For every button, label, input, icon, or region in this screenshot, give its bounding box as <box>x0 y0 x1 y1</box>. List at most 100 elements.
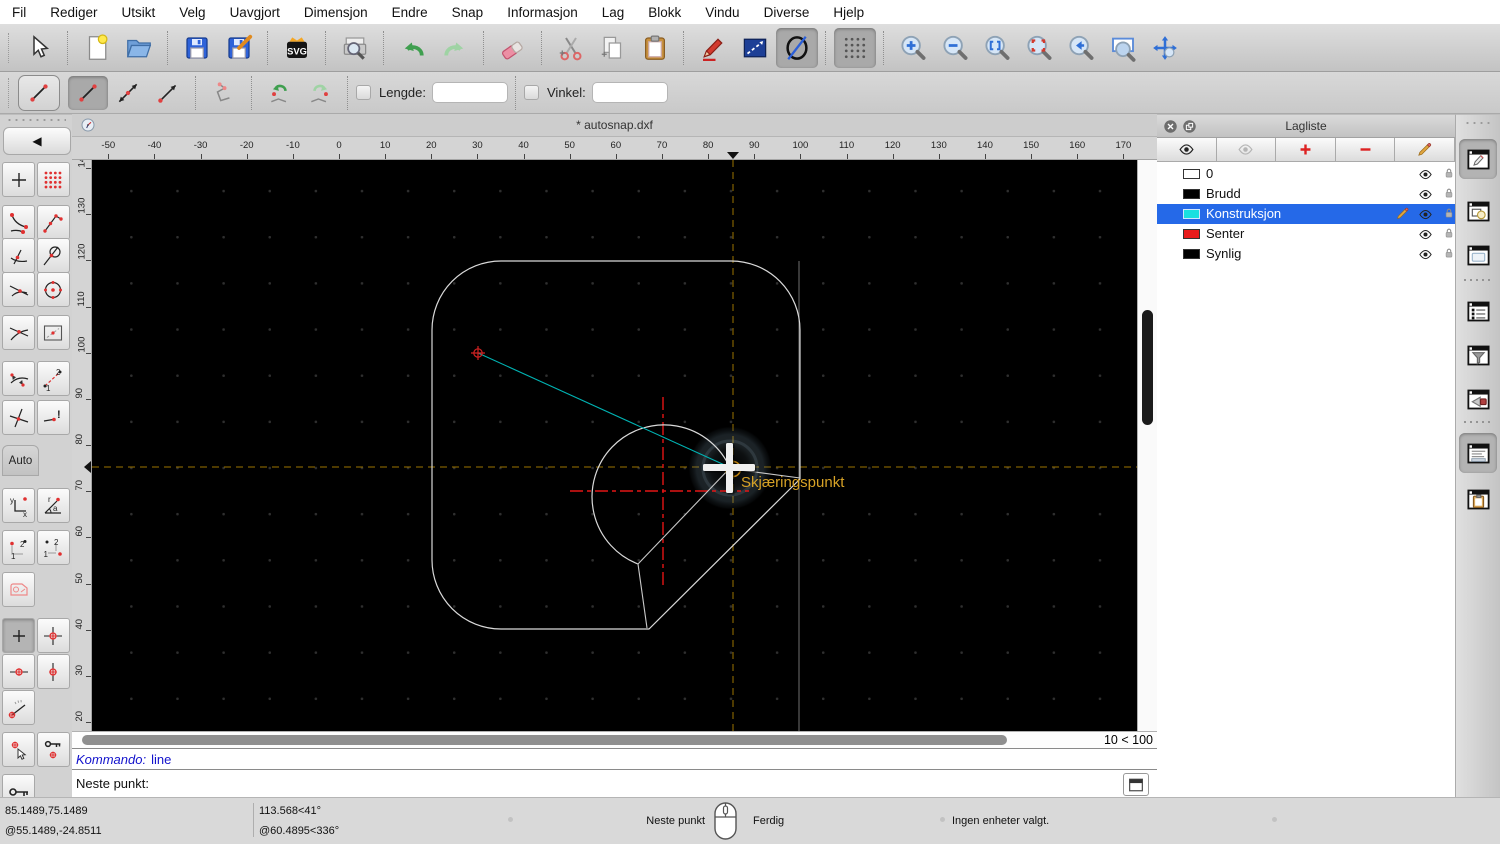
line-arrow-button[interactable] <box>148 76 188 110</box>
menu-hjelp[interactable]: Hjelp <box>833 5 864 20</box>
cut-button[interactable] <box>550 28 592 68</box>
snap-perpendicular-button[interactable] <box>2 238 35 273</box>
dock-clipboard-button[interactable] <box>1459 479 1497 519</box>
polyline-button[interactable] <box>204 76 244 110</box>
vertical-scroll-thumb[interactable] <box>1142 310 1153 425</box>
redo-button[interactable] <box>434 28 476 68</box>
snap-nearest-button[interactable] <box>2 272 35 307</box>
snap-manual-button[interactable]: ! <box>36 400 70 435</box>
attributes-pen-button[interactable] <box>692 28 734 68</box>
horizontal-scroll-thumb[interactable] <box>82 735 1007 745</box>
zoom-redraw-button[interactable] <box>1018 28 1060 68</box>
zoom-in-button[interactable] <box>892 28 934 68</box>
vertical-scrollbar[interactable] <box>1137 160 1157 731</box>
layer-lock-icon[interactable] <box>1442 186 1456 202</box>
dock-entity-list-button[interactable] <box>1459 291 1497 331</box>
layer-visibility-icon[interactable] <box>1418 167 1434 182</box>
paste-button[interactable] <box>634 28 676 68</box>
edit-layer-button[interactable] <box>1395 138 1455 162</box>
current-tool-button[interactable] <box>18 74 60 111</box>
undo-button[interactable] <box>392 28 434 68</box>
toolbar-grip[interactable] <box>8 32 10 63</box>
edit-layer-icon[interactable] <box>1395 206 1411 222</box>
layer-lock-icon[interactable] <box>1442 206 1456 222</box>
order-21-button[interactable]: 12 <box>36 530 70 565</box>
slot-line[interactable] <box>637 563 648 629</box>
undo-segment-button[interactable] <box>260 76 300 110</box>
dock-layers-button[interactable] <box>1459 139 1497 179</box>
layer-row-senter[interactable]: Senter <box>1157 224 1455 244</box>
copy-button[interactable] <box>592 28 634 68</box>
snap-auto-button[interactable]: Auto <box>2 445 39 476</box>
layer-lock-icon[interactable] <box>1442 166 1456 182</box>
preview-shape-button[interactable] <box>2 572 35 607</box>
menu-vindu[interactable]: Vindu <box>705 5 739 20</box>
zoom-window-button[interactable] <box>1102 28 1144 68</box>
toolbar-grip[interactable] <box>8 77 10 108</box>
horizontal-scrollbar[interactable]: 10 < 100 <box>72 731 1157 748</box>
restrict-horizontal-button[interactable] <box>2 654 35 689</box>
coord-polar-button[interactable]: ra <box>36 488 70 523</box>
layer-row-brudd[interactable]: Brudd <box>1157 184 1455 204</box>
snap-on-entity-button[interactable] <box>36 205 70 240</box>
snap-endpoint-button[interactable] <box>2 205 35 240</box>
cursor-button[interactable] <box>18 28 60 68</box>
key-button[interactable] <box>2 774 35 798</box>
zoom-previous-button[interactable] <box>1060 28 1102 68</box>
command-detach-button[interactable] <box>1123 773 1149 796</box>
layer-row-synlig[interactable]: Synlig <box>1157 244 1455 264</box>
dock-filter-button[interactable] <box>1459 335 1497 375</box>
grid-toggle-button[interactable] <box>834 27 876 68</box>
menu-velg[interactable]: Velg <box>179 5 205 20</box>
snap-grid-button[interactable] <box>36 162 70 197</box>
select-point-button[interactable] <box>2 732 35 767</box>
snap-cross-button[interactable] <box>2 400 35 435</box>
menu-uavgjort[interactable]: Uavgjort <box>230 5 280 20</box>
menu-endre[interactable]: Endre <box>392 5 428 20</box>
angle-gauge-button[interactable] <box>2 690 35 725</box>
restrict-both-button[interactable] <box>36 618 70 653</box>
dock-tools-button[interactable] <box>1459 379 1497 419</box>
select-window-button[interactable] <box>734 28 776 68</box>
line-two-points-button[interactable] <box>68 75 108 110</box>
menu-diverse[interactable]: Diverse <box>764 5 810 20</box>
save-as-button[interactable] <box>218 28 260 68</box>
menu-snap[interactable]: Snap <box>452 5 484 20</box>
toolbar-grip[interactable] <box>6 118 66 122</box>
coord-cartesian-button[interactable]: yx <box>2 488 35 523</box>
menu-utsikt[interactable]: Utsikt <box>122 5 156 20</box>
layer-visibility-icon[interactable] <box>1418 187 1434 202</box>
layer-lock-icon[interactable] <box>1442 246 1456 262</box>
layer-row-konstruksjon[interactable]: Konstruksjon <box>1157 204 1455 224</box>
angle-checkbox[interactable] <box>524 85 539 100</box>
cad-canvas[interactable]: Skjæringspunkt <box>92 160 1137 731</box>
chord-line[interactable] <box>637 467 731 565</box>
menu-fil[interactable]: Fil <box>12 5 26 20</box>
dock-library-button[interactable] <box>1459 235 1497 275</box>
redo-segment-button[interactable] <box>300 76 340 110</box>
eraser-button[interactable] <box>492 28 534 68</box>
zoom-pan-button[interactable] <box>1144 28 1186 68</box>
menu-lag[interactable]: Lag <box>602 5 625 20</box>
menu-informasjon[interactable]: Informasjon <box>507 5 578 20</box>
restrict-free-button[interactable] <box>2 618 35 653</box>
menu-dimensjon[interactable]: Dimensjon <box>304 5 368 20</box>
order-12-button[interactable]: 12 <box>2 530 35 565</box>
draft-mode-button[interactable] <box>776 27 818 68</box>
line-double-arrow-button[interactable] <box>108 76 148 110</box>
print-preview-button[interactable] <box>334 28 376 68</box>
snap-distance-button[interactable] <box>2 361 35 396</box>
length-checkbox[interactable] <box>356 85 371 100</box>
save-button[interactable] <box>176 28 218 68</box>
snap-restrict-box-button[interactable] <box>36 315 70 350</box>
add-layer-button[interactable] <box>1276 138 1336 162</box>
layer-visibility-icon[interactable] <box>1418 227 1434 242</box>
snap-free-button[interactable] <box>2 162 35 197</box>
command-prompt-row[interactable]: Neste punkt: <box>72 769 1157 797</box>
layer-visibility-icon[interactable] <box>1418 247 1434 262</box>
dock-command-button[interactable] <box>1459 433 1497 473</box>
lock-relative-button[interactable] <box>36 732 70 767</box>
snap-tangent-button[interactable] <box>36 238 70 273</box>
layer-lock-icon[interactable] <box>1442 226 1456 242</box>
remove-layer-button[interactable] <box>1335 138 1396 162</box>
